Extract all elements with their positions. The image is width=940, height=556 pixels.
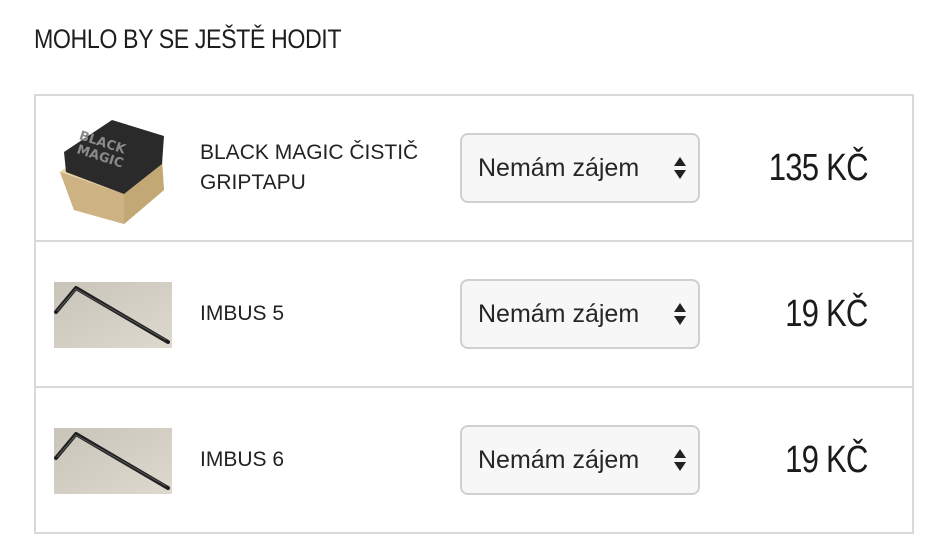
product-row: IMBUS 5 Nemám zájem 19 KČ bbox=[36, 242, 912, 388]
select-arrows-icon bbox=[672, 446, 688, 474]
interest-select[interactable]: Nemám zájem bbox=[460, 425, 700, 495]
product-name: IMBUS 6 bbox=[200, 448, 285, 471]
interest-select-value: Nemám zájem bbox=[478, 445, 640, 474]
allen-key-image[interactable] bbox=[54, 282, 172, 348]
product-row: IMBUS 6 Nemám zájem 19 KČ bbox=[36, 388, 912, 532]
select-arrows-icon bbox=[672, 300, 688, 328]
interest-select[interactable]: Nemám zájem bbox=[460, 279, 700, 349]
interest-select-value: Nemám zájem bbox=[478, 153, 640, 182]
black-magic-eraser-image[interactable]: BLACK MAGIC bbox=[54, 112, 172, 230]
allen-key-image[interactable] bbox=[54, 428, 172, 494]
product-name: IMBUS 5 bbox=[200, 302, 285, 325]
interest-select-value: Nemám zájem bbox=[478, 299, 640, 328]
section-title: MOHLO BY SE JEŠTĚ HODIT bbox=[34, 24, 342, 54]
product-row: BLACK MAGIC BLACK MAGIC ČISTIČ GRIPTAPU … bbox=[36, 96, 912, 242]
select-arrows-icon bbox=[672, 154, 688, 182]
product-price: 19 KČ bbox=[785, 438, 868, 481]
upsell-product-list: BLACK MAGIC BLACK MAGIC ČISTIČ GRIPTAPU … bbox=[34, 94, 914, 534]
interest-select[interactable]: Nemám zájem bbox=[460, 133, 700, 203]
product-name: BLACK MAGIC ČISTIČ GRIPTAPU bbox=[200, 141, 419, 194]
product-price: 19 KČ bbox=[785, 292, 868, 335]
product-price: 135 KČ bbox=[768, 146, 869, 189]
